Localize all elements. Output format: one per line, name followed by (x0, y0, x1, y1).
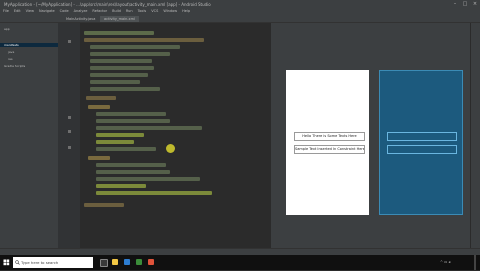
menu-help[interactable]: Help (182, 8, 190, 15)
project-item-res[interactable]: res (8, 57, 13, 61)
menu-build[interactable]: Build (112, 8, 121, 15)
close-icon[interactable]: × (470, 0, 480, 8)
code-line (90, 87, 160, 91)
task-view-icon[interactable] (100, 259, 108, 267)
taskbar-search-input[interactable]: Type here to search (13, 257, 93, 268)
menu-vcs[interactable]: VCS (151, 8, 158, 15)
search-placeholder: Type here to search (21, 260, 59, 265)
gutter-marker-icon (68, 146, 71, 149)
maximize-icon[interactable]: □ (460, 0, 470, 8)
system-tray-icon[interactable]: ^ ▭ ◂ (440, 260, 450, 264)
preview-toolbar (271, 23, 480, 33)
textview-1[interactable]: Hello There is Some Texts Here (294, 132, 365, 141)
window-title: MyApplication - [~/MyApplication] - ...\… (4, 1, 211, 7)
blueprint-view-2[interactable] (387, 145, 457, 154)
code-line (84, 31, 154, 35)
editor-gutter (58, 23, 80, 248)
file-explorer-icon[interactable] (112, 259, 118, 265)
project-panel: app manifests java res Gradle Scripts (0, 23, 59, 248)
windows-start-icon[interactable] (0, 255, 13, 270)
code-line (90, 80, 140, 84)
project-item-java[interactable]: java (8, 50, 14, 54)
code-line (96, 177, 200, 181)
blueprint-surface[interactable] (379, 70, 463, 215)
code-line (96, 170, 170, 174)
code-line (90, 52, 170, 56)
gutter-marker-icon (68, 40, 71, 43)
code-line (88, 105, 110, 109)
menu-window[interactable]: Window (163, 8, 177, 15)
app-icon[interactable] (148, 259, 154, 265)
menu-view[interactable]: View (26, 8, 34, 15)
show-desktop-button[interactable] (474, 255, 476, 270)
design-surface[interactable]: Hello There is Some Texts Here Sample Te… (286, 70, 369, 215)
menu-refactor[interactable]: Refactor (92, 8, 107, 15)
menu-bar: File Edit View Navigate Code Analyze Ref… (0, 8, 480, 15)
menu-navigate[interactable]: Navigate (39, 8, 55, 15)
code-line (90, 73, 148, 77)
textview-2[interactable]: Sample Text Inserted In Constraint Here (294, 145, 365, 154)
code-line-highlighted (96, 140, 134, 144)
code-line (90, 45, 180, 49)
right-tool-strip (470, 23, 480, 248)
code-line (96, 119, 170, 123)
menu-tools[interactable]: Tools (138, 8, 147, 15)
code-line (86, 96, 116, 100)
project-item-manifests[interactable]: manifests (0, 43, 58, 47)
code-line-highlighted (96, 191, 212, 195)
code-line (90, 66, 154, 70)
code-line (90, 59, 152, 63)
gutter-marker-icon (68, 116, 71, 119)
code-line (96, 126, 202, 130)
code-line (84, 203, 124, 207)
tab-main-activity[interactable]: MainActivity.java (62, 16, 99, 22)
edge-icon[interactable] (124, 259, 130, 265)
code-line (96, 163, 166, 167)
menu-run[interactable]: Run (126, 8, 133, 15)
android-studio-icon[interactable] (136, 259, 142, 265)
search-icon (15, 260, 20, 265)
xml-editor[interactable] (80, 23, 270, 248)
menu-edit[interactable]: Edit (14, 8, 21, 15)
tab-activity-main-xml[interactable]: activity_main.xml (100, 16, 139, 22)
code-line-highlighted (96, 184, 146, 188)
project-item-gradle-scripts[interactable]: Gradle Scripts (4, 64, 25, 68)
code-line (96, 147, 156, 151)
gutter-marker-icon (68, 130, 71, 133)
project-item-app[interactable]: app (4, 27, 10, 31)
blueprint-view-1[interactable] (387, 132, 457, 141)
code-line (96, 112, 166, 116)
minimize-icon[interactable]: – (450, 0, 460, 8)
menu-analyze[interactable]: Analyze (74, 8, 88, 15)
title-bar: MyApplication - [~/MyApplication] - ...\… (0, 0, 480, 8)
code-line-highlighted (96, 133, 144, 137)
menu-file[interactable]: File (3, 8, 9, 15)
cursor-highlight (166, 144, 175, 153)
menu-code[interactable]: Code (60, 8, 69, 15)
code-line (88, 156, 110, 160)
code-line (84, 38, 204, 42)
